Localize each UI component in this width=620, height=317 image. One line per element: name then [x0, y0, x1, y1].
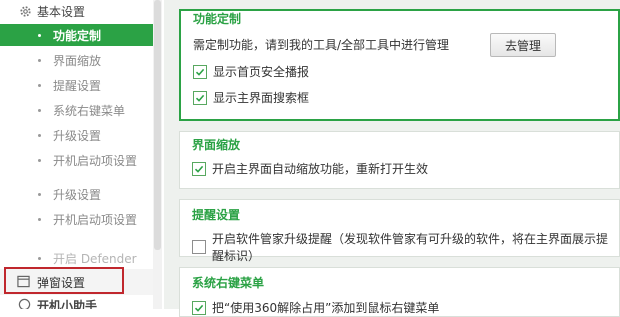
- option-main-search-box[interactable]: 显示主界面搜索框: [193, 89, 309, 106]
- bullet-icon: [38, 256, 41, 260]
- option-label: 显示主界面搜索框: [213, 91, 310, 105]
- sidebar-scrollbar-thumb[interactable]: [154, 0, 161, 250]
- settings-content: 功能定制 需定制功能，请到我的工具/全部工具中进行管理 去管理 显示首页安全播报…: [164, 0, 620, 317]
- panel-interface-zoom: 界面缩放 开启主界面自动缩放功能，重新打开生效: [179, 131, 620, 189]
- bullet-icon: [38, 217, 41, 221]
- checkbox-unchecked-icon[interactable]: [192, 240, 206, 254]
- customize-description: 需定制功能，请到我的工具/全部工具中进行管理: [193, 36, 449, 53]
- sidebar-item-context-menu[interactable]: 系统右键菜单: [0, 99, 153, 121]
- panel-reminder: 提醒设置 开启软件管家升级提醒（发现软件管家有可升级的软件，将在主界面展示提醒标…: [179, 199, 620, 263]
- checkbox-checked-icon[interactable]: [192, 161, 206, 176]
- option-add-unlock-menu[interactable]: 把“使用360解除占用”添加到鼠标右键菜单: [192, 299, 439, 316]
- panel-title: 提醒设置: [192, 208, 241, 222]
- bullet-icon: [38, 192, 41, 196]
- sidebar-group-boot-helper-label: 开机小助手: [37, 298, 98, 310]
- sidebar-item-reminder[interactable]: 提醒设置: [0, 74, 153, 96]
- settings-sidebar: 基本设置 功能定制 界面缩放 提醒设置 系统右键菜单 升级设置 开机启动项设置 …: [0, 0, 164, 309]
- sidebar-group-boot-helper[interactable]: 开机小助手: [0, 297, 153, 309]
- panel-title: 界面缩放: [192, 138, 241, 152]
- sidebar-scrollbar[interactable]: [153, 0, 162, 309]
- bullet-icon: [38, 158, 41, 162]
- bullet-icon: [38, 83, 41, 87]
- sidebar-item-startup[interactable]: 开机启动项设置: [0, 149, 153, 171]
- sidebar-group-basic-label: 基本设置: [37, 4, 86, 19]
- panel-context-menu: 系统右键菜单 把“使用360解除占用”添加到鼠标右键菜单: [179, 267, 620, 317]
- manage-button-label: 去管理: [505, 38, 542, 53]
- sidebar-group-basic[interactable]: 基本设置: [0, 0, 153, 22]
- bullet-icon: [38, 33, 41, 37]
- sidebar-item-label: 开机启动项设置: [53, 212, 138, 227]
- panel-title: 系统右键菜单: [192, 276, 265, 290]
- option-label: 显示首页安全播报: [213, 65, 310, 79]
- gear-icon: [18, 4, 32, 18]
- option-home-security-broadcast[interactable]: 显示首页安全播报: [193, 63, 309, 80]
- sidebar-item-upgrade[interactable]: 升级设置: [0, 124, 153, 146]
- highlight-frame: [4, 267, 124, 294]
- manage-button[interactable]: 去管理: [490, 33, 557, 57]
- bullet-icon: [38, 58, 41, 62]
- sidebar-item-label: 升级设置: [53, 187, 102, 202]
- checkbox-checked-icon[interactable]: [193, 90, 207, 105]
- panel-feature-customize: 功能定制 需定制功能，请到我的工具/全部工具中进行管理 去管理 显示首页安全播报…: [179, 9, 620, 121]
- sidebar-item-startup-2[interactable]: 开机启动项设置: [0, 208, 153, 230]
- option-label: 开启软件管家升级提醒（发现软件管家有可升级的软件，将在主界面展示提醒标识）: [212, 232, 609, 263]
- checkbox-checked-icon[interactable]: [192, 300, 206, 315]
- helper-icon: [18, 298, 32, 309]
- option-label: 开启主界面自动缩放功能，重新打开生效: [212, 162, 429, 176]
- option-upgrade-reminder[interactable]: 开启软件管家升级提醒（发现软件管家有可升级的软件，将在主界面展示提醒标识）: [192, 230, 619, 264]
- sidebar-item-defender[interactable]: 开启 Defender: [0, 247, 153, 269]
- sidebar-item-upgrade-2[interactable]: 升级设置: [0, 183, 153, 205]
- sidebar-item-feature-customize[interactable]: 功能定制: [0, 24, 153, 46]
- sidebar-item-label: 功能定制: [53, 28, 102, 43]
- bullet-icon: [38, 133, 41, 137]
- bullet-icon: [38, 108, 41, 112]
- sidebar-item-zoom[interactable]: 界面缩放: [0, 49, 153, 71]
- sidebar-item-label: 升级设置: [53, 128, 102, 143]
- sidebar-item-label: 系统右键菜单: [53, 103, 126, 118]
- customize-description-text: 需定制功能，请到我的工具/全部工具中进行管理: [193, 38, 450, 52]
- sidebar-item-label: 开机启动项设置: [53, 153, 138, 168]
- option-auto-zoom[interactable]: 开启主界面自动缩放功能，重新打开生效: [192, 160, 428, 177]
- sidebar-item-label: 开启 Defender: [53, 251, 137, 266]
- sidebar-item-label: 提醒设置: [53, 78, 102, 93]
- option-label: 把“使用360解除占用”添加到鼠标右键菜单: [212, 301, 440, 315]
- sidebar-item-label: 界面缩放: [53, 53, 102, 68]
- checkbox-checked-icon[interactable]: [193, 64, 207, 79]
- panel-title: 功能定制: [193, 12, 242, 26]
